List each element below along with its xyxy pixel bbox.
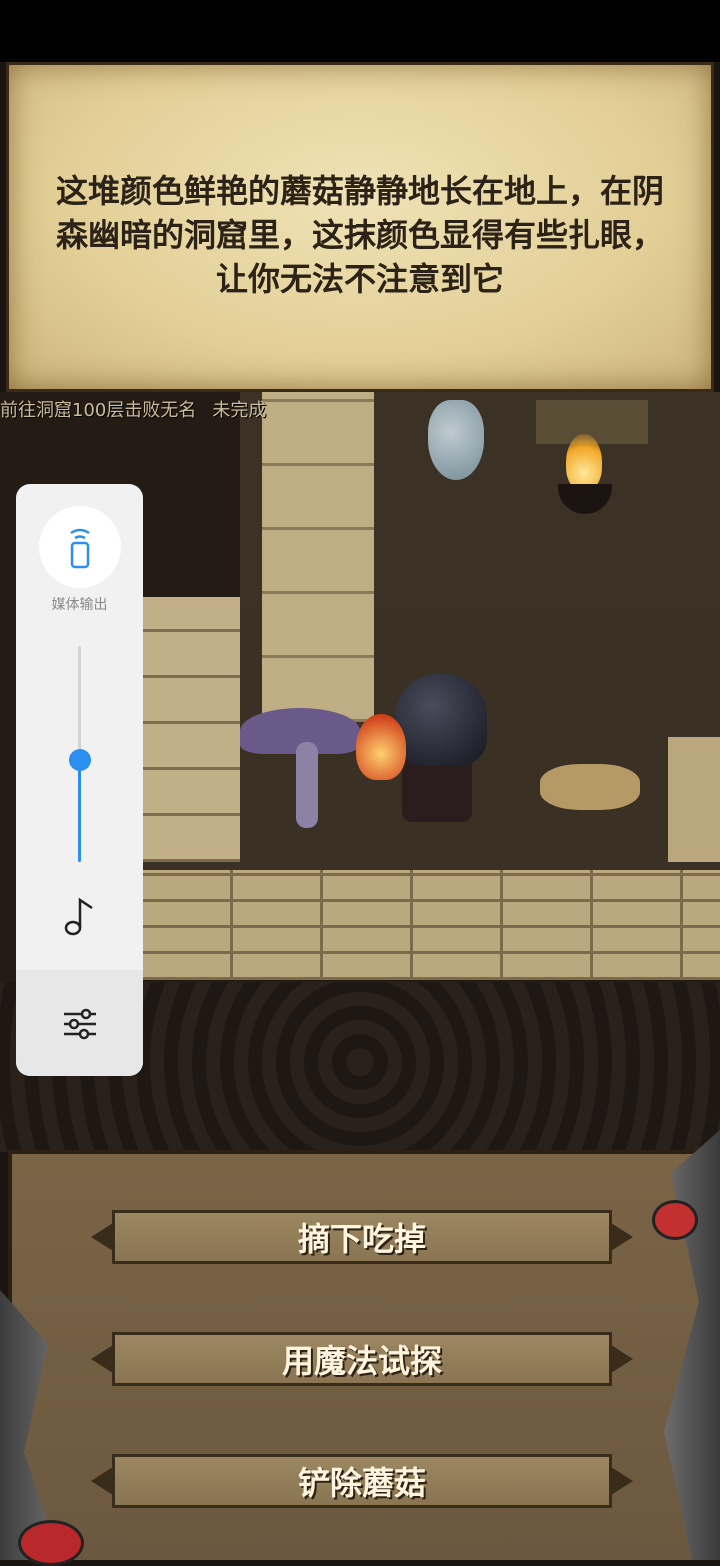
brazier-flame [566,434,602,490]
media-output-label: 媒体输出 [51,597,108,613]
media-output-button[interactable] [39,506,121,588]
stone-wall-column [262,392,374,722]
event-description: 这堆颜色鲜艳的蘑菇静静地长在地上，在阴森幽暗的洞窟里，这抹颜色显得有些扎眼，让你… [55,172,664,298]
stone-wall-bottom [140,870,720,980]
red-eye-left [18,1520,84,1566]
quest-title: 前往洞窟100层击败无名 [0,400,197,421]
stone-wall-left [140,597,240,862]
fire-companion [356,714,406,780]
choice-eat-button[interactable]: 摘下吃掉 [112,1210,612,1264]
player-knight-helmet [395,674,487,766]
phone-speaker-icon [70,528,90,569]
choice-remove-button[interactable]: 铲除蘑菇 [112,1454,612,1508]
volume-slider-knob[interactable] [69,749,91,772]
loot-pile[interactable] [540,764,640,810]
stone-wall-right [668,737,720,862]
mushroom-stem[interactable] [296,742,318,828]
quest-status: 未完成 [212,400,267,421]
music-note-icon[interactable] [62,894,98,938]
red-eye-right [652,1200,698,1240]
status-bar [0,0,720,62]
event-dialog: 这堆颜色鲜艳的蘑菇静静地长在地上，在阴森幽暗的洞窟里，这抹颜色显得有些扎眼，让你… [6,62,714,392]
quest-tracker[interactable]: 前往洞窟100层击败无名 未完成 [0,396,282,422]
volume-slider-fill [78,760,81,862]
choice-magic-button[interactable]: 用魔法试探 [112,1332,612,1386]
equalizer-icon[interactable] [60,1004,100,1044]
volume-panel: 媒体输出 [16,484,143,1076]
ghost-sprite[interactable] [428,400,484,480]
